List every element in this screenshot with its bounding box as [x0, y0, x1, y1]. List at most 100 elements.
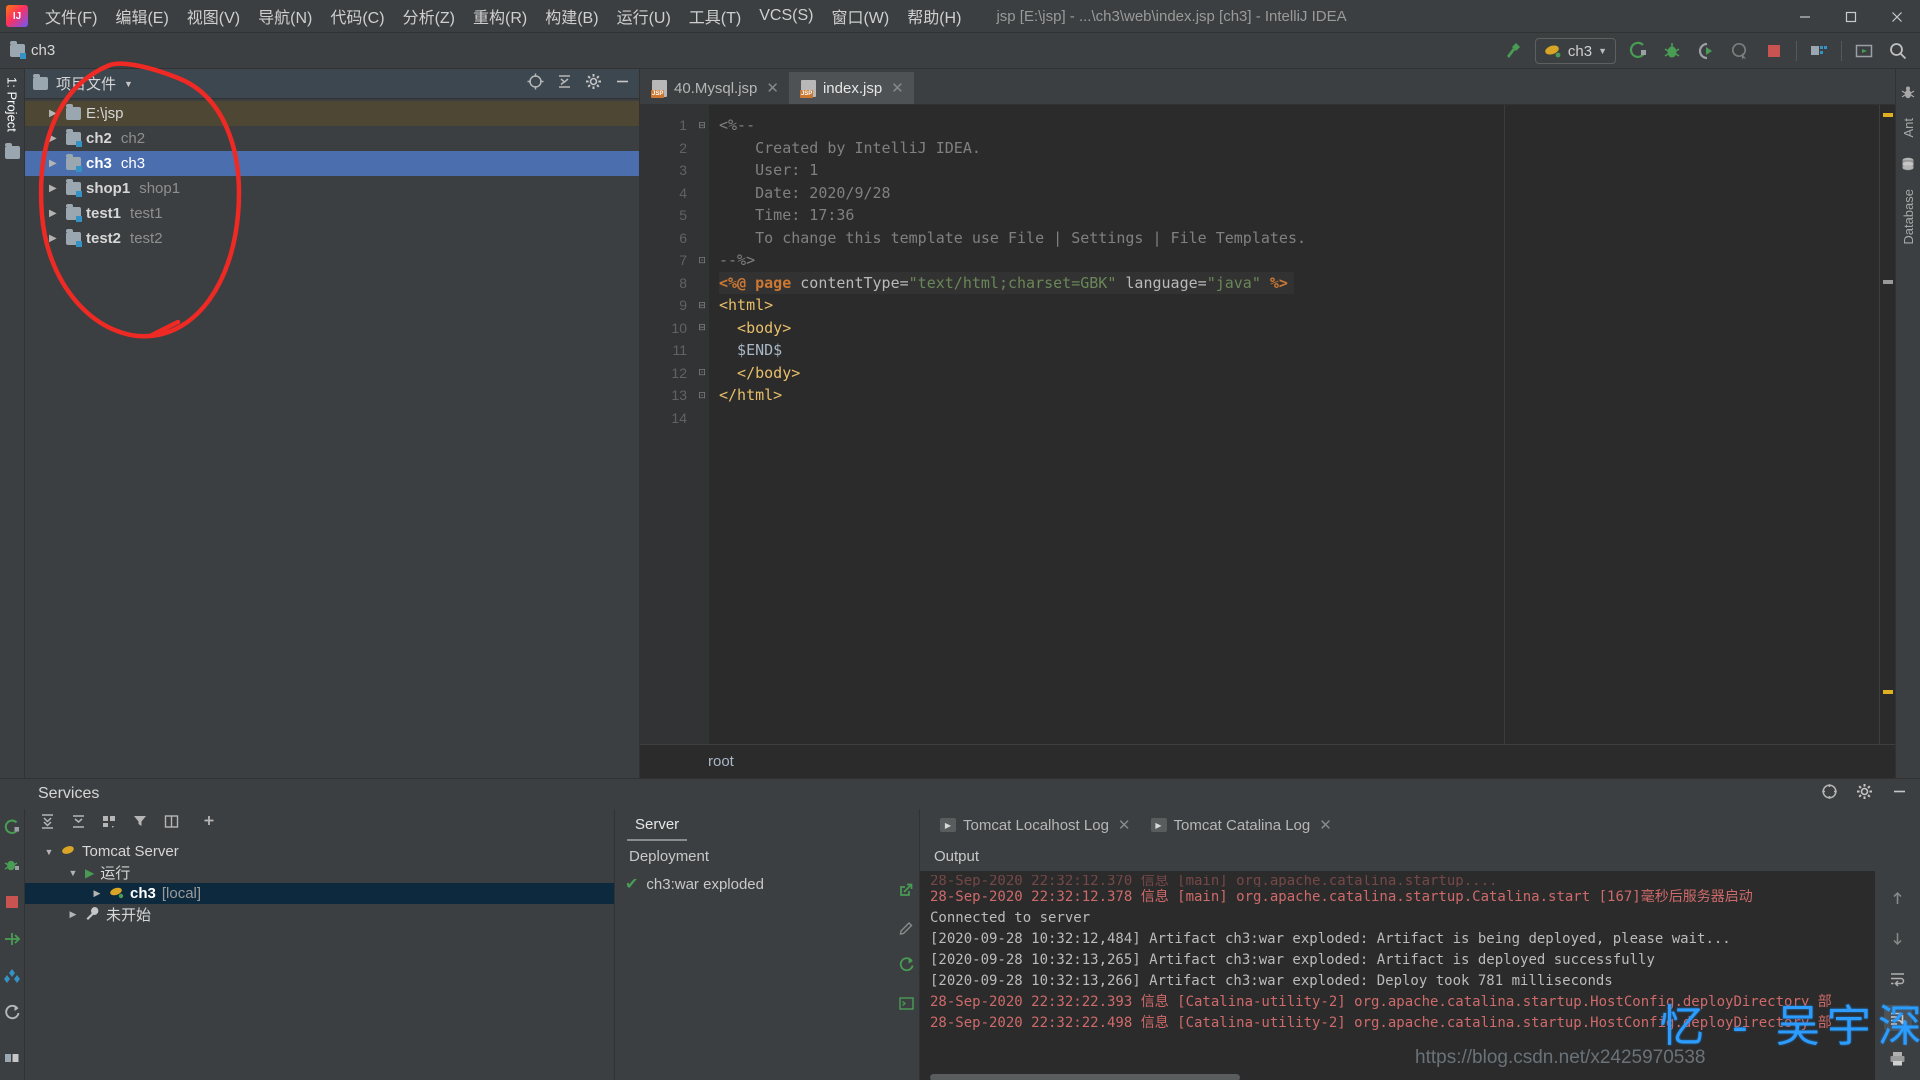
sidebar-item-project[interactable]: 1: Project: [5, 69, 20, 140]
group-icon[interactable]: [101, 813, 118, 835]
settings-gear-icon[interactable]: [1856, 783, 1873, 805]
output-horizontal-scrollbar[interactable]: [920, 1072, 1875, 1080]
expand-arrow-icon[interactable]: ▶: [49, 208, 61, 219]
settings-gear-icon[interactable]: [585, 73, 602, 95]
expand-arrow-icon[interactable]: ▶: [49, 133, 61, 144]
layout-icon[interactable]: [3, 1049, 21, 1072]
updates-icon[interactable]: [1852, 39, 1876, 63]
expand-arrow-icon[interactable]: ▶: [49, 233, 61, 244]
project-structure-icon[interactable]: [1807, 39, 1831, 63]
edit-icon[interactable]: [898, 919, 915, 941]
collapse-all-icon[interactable]: [70, 813, 87, 835]
menu-window[interactable]: 窗口(W): [822, 0, 898, 32]
hide-icon[interactable]: [614, 73, 631, 95]
refresh-icon[interactable]: [3, 1004, 21, 1027]
diamond-icon[interactable]: [3, 967, 21, 990]
menu-run[interactable]: 运行(U): [608, 0, 680, 32]
services-row-ch3-local[interactable]: ▶ ch3 [local]: [25, 883, 614, 904]
expand-arrow-icon[interactable]: ▼: [67, 868, 79, 878]
frame-icon[interactable]: [163, 813, 180, 835]
scrollbar-thumb[interactable]: [930, 1074, 1240, 1080]
editor-marker-bar[interactable]: [1879, 105, 1895, 744]
expand-all-icon[interactable]: [39, 813, 56, 835]
add-icon[interactable]: [202, 813, 219, 835]
breadcrumb[interactable]: ch3: [10, 41, 55, 59]
menu-code[interactable]: 代码(C): [321, 0, 393, 32]
menu-navigate[interactable]: 导航(N): [249, 0, 321, 32]
menu-help[interactable]: 帮助(H): [898, 0, 970, 32]
scroll-up-icon[interactable]: [1884, 885, 1912, 911]
menu-view[interactable]: 视图(V): [178, 0, 249, 32]
fold-marker-end-icon[interactable]: ⊡: [695, 249, 709, 272]
services-row-running[interactable]: ▼ ▶ 运行: [25, 862, 614, 883]
run-coverage-icon[interactable]: [1694, 39, 1718, 63]
editor-tab-mysql[interactable]: 40.Mysql.jsp ✕: [640, 72, 789, 104]
filter-icon[interactable]: [132, 813, 149, 835]
fold-marker-icon[interactable]: ⊟: [695, 114, 709, 137]
deployment-item-ch3[interactable]: ✔ ch3:war exploded: [625, 871, 893, 897]
marker-warning[interactable]: [1883, 113, 1893, 117]
project-tree[interactable]: ▶ E:\jsp ▶ ch2 ch2 ▶ ch3 ch3 ▶ shop1 sho…: [25, 99, 639, 778]
tree-row-test1[interactable]: ▶ test1 test1: [25, 201, 639, 226]
deploy-icon[interactable]: [3, 930, 21, 953]
maximize-button[interactable]: [1828, 0, 1874, 33]
tab-tomcat-localhost-log[interactable]: Tomcat Localhost Log ✕: [932, 809, 1139, 841]
tree-row-root[interactable]: ▶ E:\jsp: [25, 101, 639, 126]
expand-arrow-icon[interactable]: ▶: [67, 909, 79, 920]
profile-icon[interactable]: [1728, 39, 1752, 63]
code-editor[interactable]: 1 2 3 4 5 6 7 8 9 10 11 12 13 14 ⊟ ⊡ ⊟ ⊟…: [640, 105, 1895, 744]
fold-marker-icon[interactable]: ⊟: [695, 317, 709, 340]
tab-server[interactable]: Server: [627, 809, 688, 841]
scroll-down-icon[interactable]: [1884, 925, 1912, 951]
scroll-to-end-icon[interactable]: [1883, 1005, 1912, 1031]
soft-wrap-icon[interactable]: [1884, 965, 1912, 991]
hammer-build-icon[interactable]: [1501, 39, 1525, 63]
editor-tab-index[interactable]: index.jsp ✕: [788, 72, 914, 104]
services-row-tomcat-server[interactable]: ▼ Tomcat Server: [25, 841, 614, 862]
redeploy-icon[interactable]: [898, 957, 915, 979]
chevron-down-icon[interactable]: ▼: [124, 79, 133, 89]
tree-row-ch3[interactable]: ▶ ch3 ch3: [25, 151, 639, 176]
services-tree[interactable]: ▼ Tomcat Server ▼ ▶ 运行 ▶ ch3 [local] ▶ 未…: [25, 839, 614, 1080]
menu-edit[interactable]: 编辑(E): [106, 0, 177, 32]
console-icon[interactable]: [898, 995, 915, 1017]
minimize-button[interactable]: [1782, 0, 1828, 33]
close-icon[interactable]: ✕: [766, 79, 779, 97]
open-browser-icon[interactable]: [898, 881, 915, 903]
menu-refactor[interactable]: 重构(R): [464, 0, 536, 32]
fold-marker-end-icon[interactable]: ⊡: [695, 362, 709, 385]
menu-tools[interactable]: 工具(T): [680, 0, 750, 32]
close-icon[interactable]: ✕: [891, 79, 904, 97]
code-folding-gutter[interactable]: ⊟ ⊡ ⊟ ⊟ ⊡ ⊡: [695, 105, 709, 744]
expand-arrow-icon[interactable]: ▼: [43, 847, 55, 857]
tree-row-shop1[interactable]: ▶ shop1 shop1: [25, 176, 639, 201]
menu-analyze[interactable]: 分析(Z): [394, 0, 464, 32]
tab-tomcat-catalina-log[interactable]: Tomcat Catalina Log ✕: [1143, 809, 1340, 841]
locate-icon[interactable]: [527, 73, 544, 95]
help-icon[interactable]: [1821, 783, 1838, 805]
sidebar-item-ant[interactable]: Ant: [1901, 110, 1916, 146]
expand-arrow-icon[interactable]: ▶: [49, 108, 61, 119]
menu-vcs[interactable]: VCS(S): [750, 3, 822, 29]
tree-row-test2[interactable]: ▶ test2 test2: [25, 226, 639, 251]
hide-icon[interactable]: [1891, 783, 1908, 805]
code-text-area[interactable]: <%-- Created by IntelliJ IDEA. User: 1 D…: [709, 105, 1879, 744]
close-icon[interactable]: ✕: [1118, 816, 1131, 834]
close-icon[interactable]: ✕: [1319, 816, 1332, 834]
services-row-not-started[interactable]: ▶ 未开始: [25, 904, 614, 925]
collapse-all-icon[interactable]: [556, 73, 573, 95]
menu-build[interactable]: 构建(B): [536, 0, 607, 32]
tree-row-ch2[interactable]: ▶ ch2 ch2: [25, 126, 639, 151]
rerun-icon[interactable]: [3, 819, 21, 842]
search-everywhere-icon[interactable]: [1886, 39, 1910, 63]
stop-icon[interactable]: [1762, 39, 1786, 63]
run-configuration-selector[interactable]: ch3 ▼: [1534, 38, 1616, 64]
sidebar-item-database[interactable]: Database: [1901, 181, 1916, 253]
marker-change[interactable]: [1883, 280, 1893, 284]
fold-marker-icon[interactable]: ⊟: [695, 294, 709, 317]
print-icon[interactable]: [1884, 1045, 1912, 1071]
debug-icon[interactable]: [1660, 39, 1684, 63]
deployment-list[interactable]: ✔ ch3:war exploded: [615, 871, 893, 1080]
menu-file[interactable]: 文件(F): [36, 0, 106, 32]
run-icon[interactable]: [1626, 39, 1650, 63]
